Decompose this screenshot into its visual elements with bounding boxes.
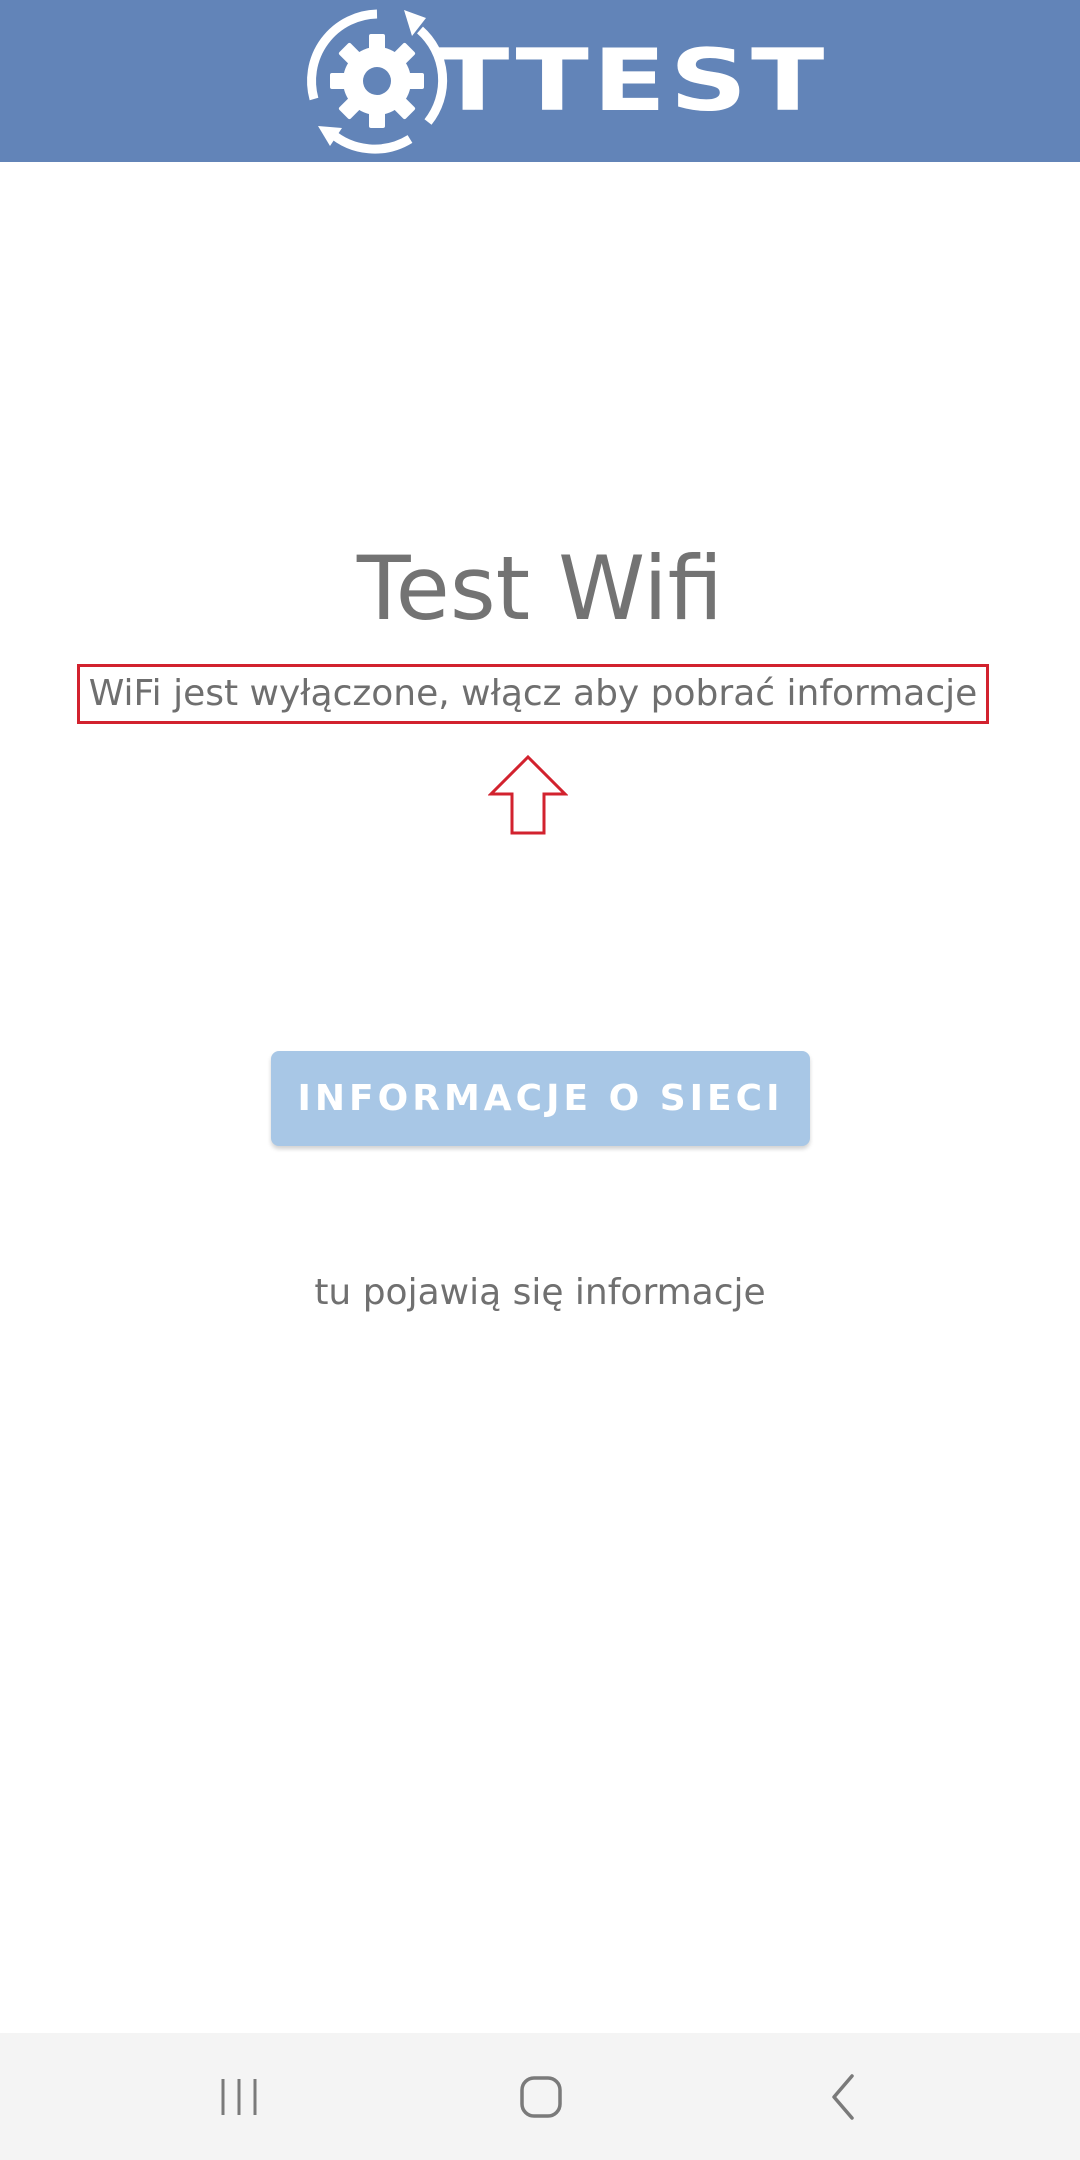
system-navigation-bar (0, 2033, 1080, 2160)
back-button[interactable] (784, 2033, 904, 2160)
gear-logo-icon (307, 9, 448, 154)
app-header: TTEST (0, 0, 1080, 162)
logo-text: TTEST (436, 31, 829, 131)
page-title: Test Wifi (356, 537, 724, 640)
info-placeholder-text: tu pojawią się informacje (314, 1272, 766, 1313)
up-arrow-icon (488, 754, 568, 835)
recents-icon (221, 2078, 257, 2115)
wifi-status-message: WiFi jest wyłączone, włącz aby pobrać in… (88, 673, 978, 714)
back-icon (832, 2073, 854, 2120)
network-info-button[interactable]: INFORMACJE O SIECI (271, 1051, 810, 1146)
home-button[interactable] (481, 2033, 601, 2160)
home-icon (520, 2075, 562, 2118)
app-logo: TTEST (300, 0, 824, 162)
recents-button[interactable] (179, 2033, 299, 2160)
